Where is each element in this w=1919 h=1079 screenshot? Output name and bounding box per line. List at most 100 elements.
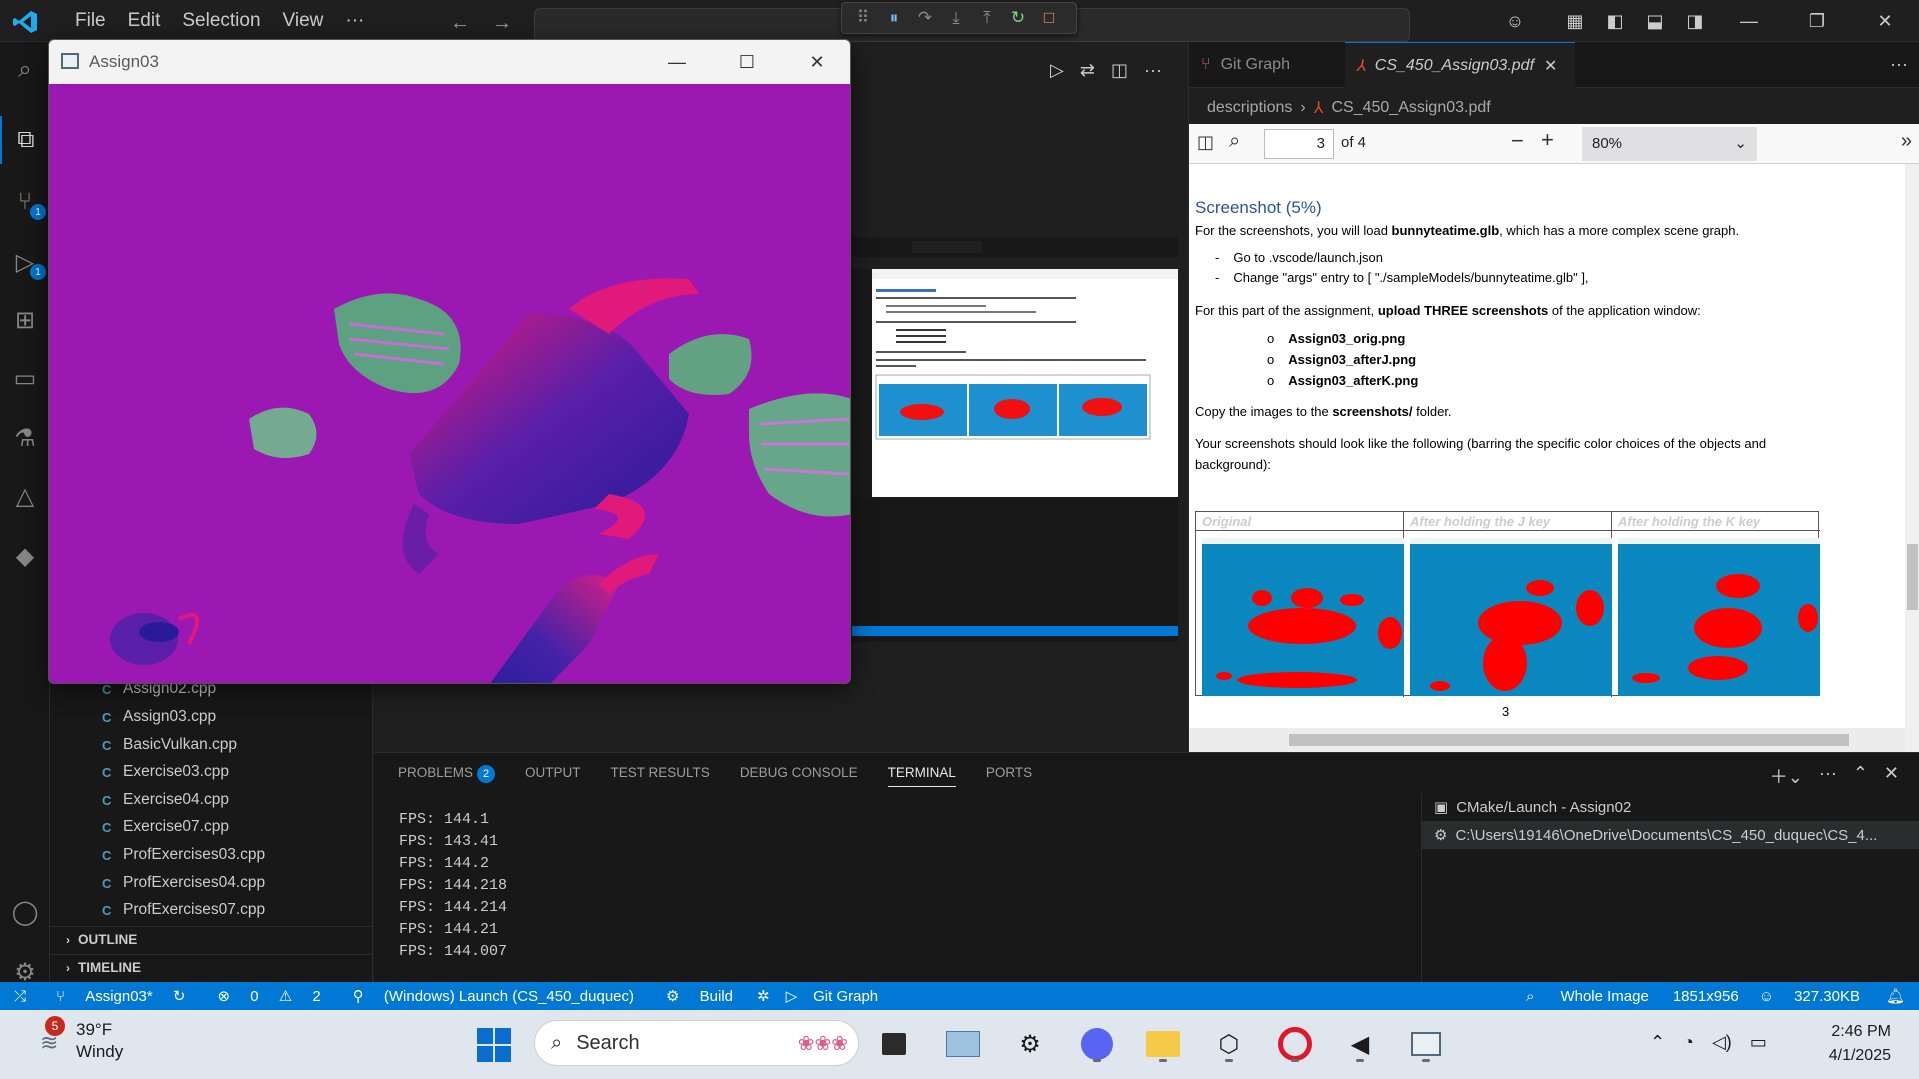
tab-pdf[interactable]: ⅄ CS_450_Assign03.pdf ✕ [1345, 42, 1575, 88]
unity-icon[interactable]: ⬡ [1209, 1024, 1249, 1064]
render-canvas[interactable] [49, 84, 851, 684]
run-icon[interactable]: ▷ [778, 987, 806, 1005]
timeline-section[interactable]: › TIMELINE [50, 954, 373, 980]
explorer-icon[interactable]: ⧉ [0, 116, 50, 164]
image-viewer-icon[interactable] [943, 1024, 983, 1064]
source-control-icon[interactable]: ⑂ 1 [0, 178, 50, 226]
menu-view[interactable]: View [272, 10, 335, 32]
toggle-panel-icon[interactable]: ⬓ [1635, 11, 1675, 32]
tab-debug-console[interactable]: DEBUG CONSOLE [740, 765, 858, 787]
assign03-window[interactable]: Assign03 — ☐ ✕ [48, 39, 851, 684]
close-panel-icon[interactable]: ✕ [1884, 763, 1899, 789]
problems-item[interactable]: ⊗ 0 ⚠ 2 [201, 987, 336, 1005]
file-item[interactable]: C BasicVulkan.cpp [102, 732, 237, 758]
scroll-thumb[interactable] [1907, 544, 1918, 610]
task-view-icon[interactable] [874, 1024, 914, 1064]
tray-overflow-icon[interactable]: ⌃ [1650, 1032, 1665, 1053]
wifi-icon[interactable]: ◔ [1683, 1032, 1694, 1053]
tools-chevron-icon[interactable]: » [1901, 130, 1912, 153]
restore-icon[interactable]: ❐ [1783, 11, 1851, 32]
split-editor-icon[interactable]: ◫ [1111, 60, 1128, 81]
tab-problems[interactable]: PROBLEMS 2 [398, 765, 496, 787]
settings-icon[interactable]: ⚙ [1010, 1024, 1050, 1064]
file-item[interactable]: C Exercise03.cpp [102, 759, 229, 785]
outline-section[interactable]: › OUTLINE [50, 926, 373, 952]
more-actions-icon[interactable]: ··· [1144, 60, 1162, 81]
debug-bug-icon[interactable]: ✲ [749, 987, 778, 1005]
file-item[interactable]: C Exercise07.cpp [102, 814, 229, 840]
menu-edit[interactable]: Edit [117, 10, 172, 32]
new-terminal-icon[interactable]: ＋⌄ [1770, 763, 1803, 789]
menu-selection[interactable]: Selection [171, 10, 271, 32]
close-icon[interactable]: ✕ [782, 40, 850, 84]
close-icon[interactable]: ✕ [1851, 11, 1919, 32]
assign03-title-bar[interactable]: Assign03 — ☐ ✕ [49, 40, 850, 84]
pdf-vertical-scrollbar[interactable] [1905, 164, 1919, 754]
minimize-icon[interactable]: — [1715, 11, 1783, 32]
zoom-out-icon[interactable]: − [1511, 128, 1524, 154]
toggle-primary-sidebar-icon[interactable]: ◧ [1595, 11, 1635, 32]
clock[interactable]: 2:46 PM 4/1/2025 [1829, 1020, 1891, 1068]
pdf-horizontal-scrollbar[interactable] [1189, 728, 1905, 752]
assign03-app-icon[interactable] [1406, 1024, 1446, 1064]
battery-icon[interactable]: ▭ [1750, 1032, 1767, 1053]
compare-icon[interactable]: ⇄ [1080, 60, 1095, 81]
tab-terminal[interactable]: TERMINAL [887, 765, 956, 787]
zoom-in-icon[interactable]: + [1541, 127, 1554, 153]
restart-icon[interactable]: ↻ [1007, 8, 1029, 28]
more-actions-icon[interactable]: ··· [1819, 763, 1837, 789]
testing-icon[interactable]: ⚗ [0, 414, 50, 462]
search-icon[interactable]: ⌕ [0, 46, 50, 94]
run-debug-icon[interactable]: ▷ 1 [0, 238, 50, 286]
drag-handle-icon[interactable]: ⠿ [852, 8, 874, 28]
copilot-icon[interactable]: ☺ [1495, 11, 1535, 32]
image-scope[interactable]: Whole Image [1548, 988, 1660, 1005]
pause-icon[interactable]: ⏸ [883, 8, 905, 28]
stop-icon[interactable]: □ [1038, 8, 1060, 28]
find-icon[interactable]: ⌕ [1229, 130, 1240, 153]
remote-explorer-icon[interactable]: ▭ [0, 354, 50, 402]
minimize-icon[interactable]: — [642, 40, 712, 84]
step-over-icon[interactable]: ↷ [914, 8, 936, 28]
page-number-input[interactable]: 3 [1264, 129, 1334, 159]
tab-output[interactable]: OUTPUT [525, 765, 581, 787]
close-tab-icon[interactable]: ✕ [1544, 56, 1557, 76]
build-item[interactable]: ⚙ Build [650, 987, 749, 1005]
git-graph-item[interactable]: Git Graph [805, 988, 886, 1005]
zoom-select[interactable]: 80% ⌄ [1582, 127, 1757, 161]
launch-item[interactable]: ⚲ (Windows) Launch (CS_450_duquec) [337, 987, 650, 1005]
tab-git-graph[interactable]: ⑂ Git Graph [1189, 42, 1345, 88]
forward-arrow-icon[interactable]: → [492, 12, 512, 35]
file-item[interactable]: C Exercise04.cpp [102, 787, 229, 813]
discord-icon[interactable] [1077, 1024, 1117, 1064]
scroll-thumb[interactable] [1289, 734, 1849, 746]
extensions-icon[interactable]: ⊞ [0, 296, 50, 344]
volume-icon[interactable]: ◁) [1712, 1032, 1732, 1053]
vscode-taskbar-icon[interactable]: ◀ [1340, 1024, 1380, 1064]
file-item[interactable]: C ProfExercises07.cpp [102, 897, 265, 923]
windows-start-icon[interactable] [477, 1028, 511, 1062]
branch-item[interactable]: ⑂ Assign03* ↻ [40, 987, 201, 1005]
sidebar-toggle-icon[interactable]: ◫ [1197, 132, 1214, 153]
notifications-bell-icon[interactable]: 🔔︎ [1872, 987, 1919, 1005]
python-icon[interactable]: ◆ [0, 532, 50, 580]
file-item[interactable]: C Assign03.cpp [102, 704, 216, 730]
terminal-item[interactable]: ▣ CMake/Launch - Assign02 [1422, 793, 1919, 821]
tab-test-results[interactable]: TEST RESULTS [611, 765, 710, 787]
breadcrumb-folder[interactable]: descriptions [1207, 99, 1292, 117]
maximize-icon[interactable]: ☐ [712, 40, 782, 84]
file-explorer-icon[interactable] [1143, 1024, 1183, 1064]
terminal-output[interactable]: FPS: 144.1 FPS: 143.41 FPS: 144.2 FPS: 1… [399, 809, 507, 963]
opera-icon[interactable] [1275, 1024, 1315, 1064]
customize-layout-icon[interactable]: ▦ [1555, 11, 1595, 32]
file-item[interactable]: C ProfExercises04.cpp [102, 870, 265, 896]
back-arrow-icon[interactable]: ← [450, 12, 470, 35]
maximize-panel-icon[interactable]: ⌃ [1853, 763, 1868, 789]
step-out-icon[interactable]: ⤒ [976, 8, 998, 28]
breadcrumb-file[interactable]: CS_450_Assign03.pdf [1331, 99, 1490, 117]
menu-more[interactable]: ··· [334, 10, 375, 32]
step-into-icon[interactable]: ⤓ [945, 8, 967, 28]
terminal-item[interactable]: ⚙ C:\Users\19146\OneDrive\Documents\CS_45… [1422, 821, 1919, 849]
zoom-icon[interactable]: ⌕ [1512, 988, 1548, 1005]
copilot-icon[interactable]: ☺ [1751, 988, 1782, 1005]
